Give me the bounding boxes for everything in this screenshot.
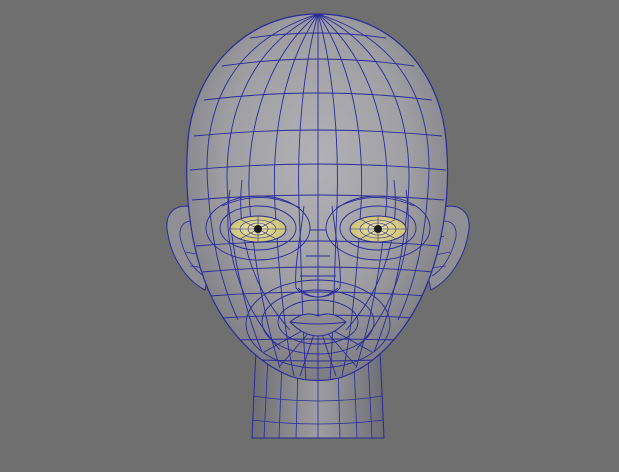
head-mesh[interactable] (0, 0, 619, 472)
right-eye (349, 215, 407, 243)
left-eye (229, 215, 287, 243)
3d-viewport[interactable] (0, 0, 619, 472)
